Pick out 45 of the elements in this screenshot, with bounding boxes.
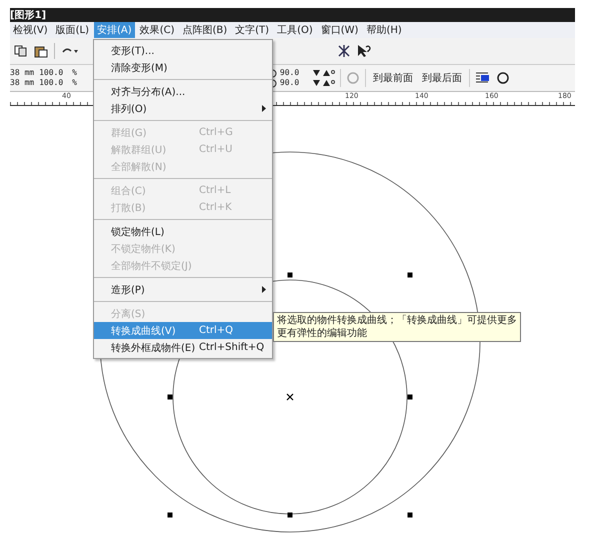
menu-item[interactable]: 效果(C) bbox=[136, 22, 178, 38]
center-mark-icon bbox=[286, 393, 294, 401]
layer-icon[interactable] bbox=[474, 71, 491, 85]
selection-handle[interactable] bbox=[288, 272, 292, 278]
menu-item[interactable]: 窗口(W) bbox=[318, 22, 362, 38]
selection-handle[interactable] bbox=[168, 394, 172, 400]
menu-item[interactable]: 工具(O) bbox=[274, 22, 316, 38]
angle-value: 90.0 bbox=[280, 78, 300, 88]
size-value: 38 mm bbox=[10, 68, 34, 78]
menu-item[interactable]: 转换外框成物件(E) Ctrl+Shift+Q bbox=[94, 339, 272, 356]
selection-handle[interactable] bbox=[408, 272, 412, 278]
menu-item[interactable]: 造形(P) bbox=[94, 281, 272, 298]
menu-item[interactable]: 清除变形(M) bbox=[94, 59, 272, 76]
selection-handle[interactable] bbox=[288, 512, 292, 518]
order-button[interactable]: 到最后面 bbox=[420, 71, 464, 85]
help-pointer-icon[interactable] bbox=[357, 44, 371, 58]
menu-item[interactable]: 变形(T)... bbox=[94, 42, 272, 59]
spin-arrows-icon[interactable] bbox=[312, 69, 335, 77]
selection-handle[interactable] bbox=[408, 394, 412, 400]
window-title: [图形1] bbox=[10, 9, 46, 22]
selection-handle[interactable] bbox=[168, 512, 172, 518]
menu-item[interactable]: 检视(V) bbox=[10, 22, 51, 38]
menu-item[interactable]: 文字(T) bbox=[232, 22, 272, 38]
paste-icon[interactable] bbox=[34, 44, 48, 58]
circle-icon[interactable] bbox=[496, 71, 510, 85]
scale-value: 100.0 bbox=[39, 78, 64, 88]
tooltip: 将选取的物件转换成曲线；「转换成曲线」可提供更多更有弹性的编辑功能 bbox=[273, 312, 521, 342]
menu-item[interactable]: 点阵图(B) bbox=[179, 22, 230, 38]
menu-item[interactable]: 帮助(H) bbox=[363, 22, 405, 38]
unit-label: % bbox=[72, 68, 77, 78]
submenu-arrow-icon bbox=[262, 105, 266, 112]
submenu-arrow-icon bbox=[262, 286, 266, 293]
menu-item[interactable]: 版面(L) bbox=[52, 22, 92, 38]
angle-value: 90.0 bbox=[280, 68, 300, 78]
unit-label: % bbox=[72, 78, 77, 88]
tool-icon[interactable] bbox=[337, 44, 351, 58]
menu-item[interactable]: 锁定物件(L) bbox=[94, 223, 272, 240]
selection-handle[interactable] bbox=[408, 512, 412, 518]
order-button[interactable]: 到最前面 bbox=[370, 71, 415, 85]
spin-arrows-icon[interactable] bbox=[312, 79, 335, 87]
menu-item[interactable]: 对齐与分布(A)... bbox=[94, 83, 272, 100]
menu-item[interactable]: 排列(O) bbox=[94, 100, 272, 117]
scale-value: 100.0 bbox=[39, 68, 64, 78]
size-value: 38 mm bbox=[10, 78, 34, 88]
copy-icon[interactable] bbox=[14, 45, 28, 57]
